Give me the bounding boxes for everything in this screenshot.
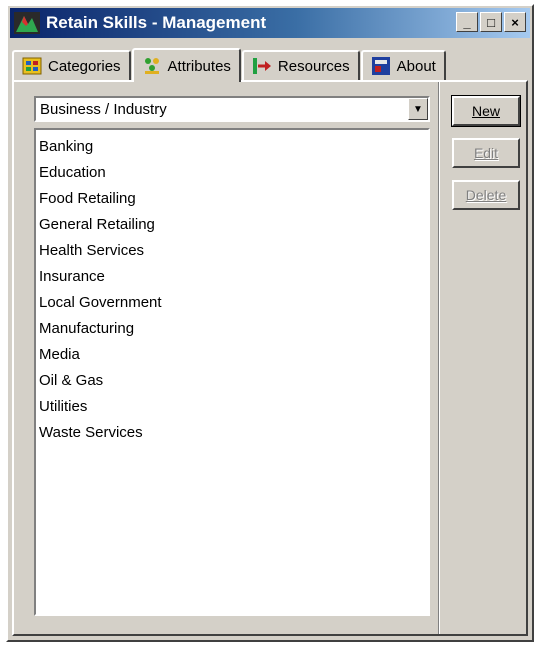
tab-attributes[interactable]: Attributes — [131, 48, 241, 82]
edit-button[interactable]: Edit — [452, 138, 520, 168]
minimize-button[interactable]: _ — [456, 12, 478, 32]
tab-about[interactable]: About — [360, 50, 446, 80]
attribute-type-dropdown[interactable]: Business / Industry ▼ — [34, 96, 430, 122]
list-item[interactable]: Insurance — [39, 264, 425, 290]
list-item[interactable]: Local Government — [39, 290, 425, 316]
title-bar[interactable]: Retain Skills - Management _ □ × — [10, 8, 530, 38]
maximize-button[interactable]: □ — [480, 12, 502, 32]
window-title: Retain Skills - Management — [46, 13, 267, 32]
new-button[interactable]: New — [451, 95, 521, 127]
resources-icon — [252, 58, 271, 74]
attributes-icon — [144, 58, 159, 74]
list-item[interactable]: Media — [39, 342, 425, 368]
tab-strip: Categories Attributes Resources About — [12, 44, 528, 82]
list-item[interactable]: Banking — [39, 134, 425, 160]
list-item[interactable]: Utilities — [39, 394, 425, 420]
list-item[interactable]: Health Services — [39, 238, 425, 264]
tab-label: Resources — [277, 57, 350, 75]
categories-icon — [22, 57, 42, 75]
dropdown-value: Business / Industry — [40, 101, 167, 118]
tab-label: Attributes — [167, 57, 231, 75]
list-item[interactable]: Waste Services — [39, 420, 425, 446]
tab-label: Categories — [48, 57, 121, 75]
tab-label: About — [396, 57, 436, 75]
delete-button[interactable]: Delete — [452, 180, 520, 210]
about-icon — [371, 57, 390, 75]
close-button[interactable]: × — [504, 12, 526, 32]
panel-divider — [438, 82, 440, 634]
list-item[interactable]: Food Retailing — [39, 186, 425, 212]
list-item[interactable]: Oil & Gas — [39, 368, 425, 394]
list-item[interactable]: Education — [39, 160, 425, 186]
tab-categories[interactable]: Categories — [12, 50, 131, 80]
tab-resources[interactable]: Resources — [241, 50, 360, 80]
management-window: Retain Skills - Management _ □ × Categor… — [6, 4, 534, 642]
attributes-panel: Business / Industry ▼ Banking Education … — [12, 80, 528, 636]
list-item[interactable]: General Retailing — [39, 212, 425, 238]
new-button-label: New — [471, 103, 500, 119]
chevron-down-icon[interactable]: ▼ — [408, 98, 428, 120]
app-icon — [14, 12, 40, 34]
delete-button-label: Delete — [465, 187, 507, 203]
attribute-value-list[interactable]: Banking Education Food Retailing General… — [34, 128, 430, 616]
edit-button-label: Edit — [473, 145, 499, 161]
list-item[interactable]: Manufacturing — [39, 316, 425, 342]
window-controls: _ □ × — [456, 12, 526, 32]
